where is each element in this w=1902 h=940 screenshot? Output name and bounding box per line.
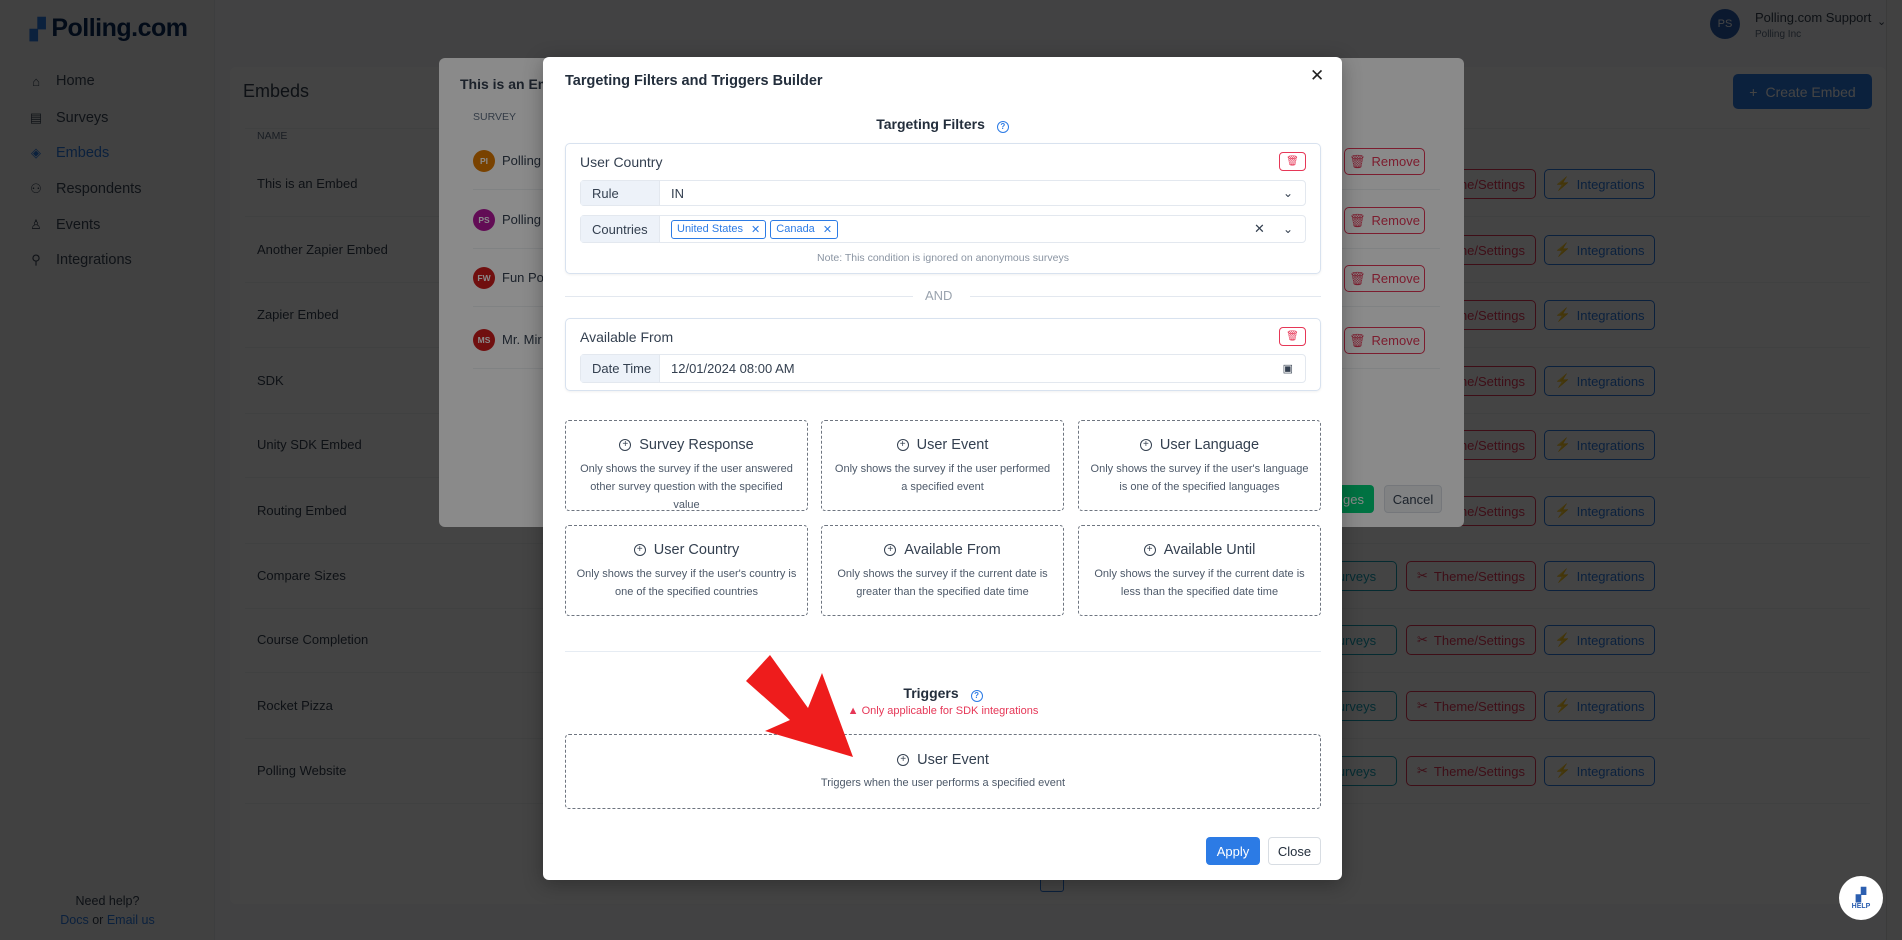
red-arrow-icon — [746, 655, 853, 757]
annotation-arrow — [746, 655, 853, 757]
